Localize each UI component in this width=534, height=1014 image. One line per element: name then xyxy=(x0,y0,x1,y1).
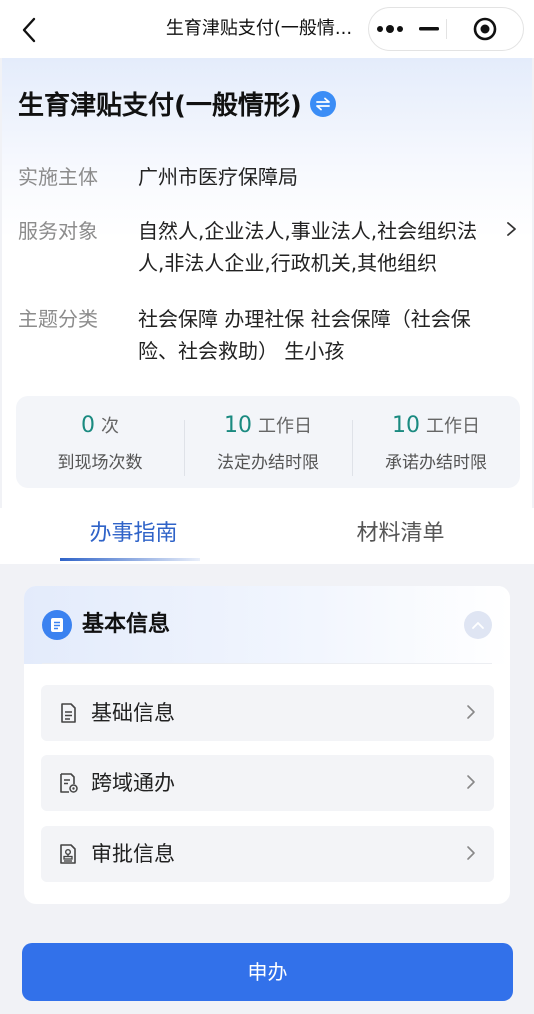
document-icon xyxy=(61,703,76,723)
nav-bar: 生育津贴支付(一般情... xyxy=(0,0,534,58)
stat-value: 10 xyxy=(224,412,252,438)
chevron-up-icon xyxy=(472,621,484,629)
stat-value: 10 xyxy=(392,412,420,438)
document-badge-icon xyxy=(42,610,72,640)
nav-title: 生育津贴支付(一般情... xyxy=(165,18,353,39)
list-item-approval-info[interactable]: 审批信息 xyxy=(41,826,494,882)
info-label: 服务对象 xyxy=(18,219,98,243)
stat-caption: 法定办结时限 xyxy=(217,452,319,473)
stat-promised-deadline: 10 工作日 承诺办结时限 xyxy=(352,412,520,476)
basic-info-card: 基本信息 基础信息 跨域通办 审批信息 xyxy=(24,586,510,904)
list-item-label: 审批信息 xyxy=(91,842,175,866)
stat-onsite-visits: 0次 到现场次数 xyxy=(16,412,184,473)
info-label: 主题分类 xyxy=(18,307,98,331)
list-item-basic-info[interactable]: 基础信息 xyxy=(41,685,494,741)
info-row-authority: 实施主体 广州市医疗保障局 xyxy=(18,161,518,193)
more-dots-icon xyxy=(377,25,404,33)
list-item-cross-region[interactable]: 跨域通办 xyxy=(41,755,494,811)
service-title-text: 生育津贴支付(一般情形) xyxy=(18,91,302,121)
chevron-right-icon xyxy=(467,705,475,719)
info-value: 广州市医疗保障局 xyxy=(138,165,298,189)
stat-unit: 工作日 xyxy=(258,415,312,437)
list-item-label: 跨域通办 xyxy=(91,771,175,795)
list-item-label: 基础信息 xyxy=(91,701,175,725)
chevron-right-icon xyxy=(467,846,475,860)
swap-button[interactable] xyxy=(309,90,336,117)
chevron-right-icon[interactable] xyxy=(506,217,518,249)
stat-caption: 承诺办结时限 xyxy=(385,452,487,473)
mini-program-capsule xyxy=(368,7,524,51)
info-value: 社会保障 办理社保 社会保障（社会保险、社会救助） 生小孩 xyxy=(138,307,471,363)
stat-caption: 到现场次数 xyxy=(57,452,143,473)
tab-bar: 办事指南 材料清单 xyxy=(0,508,534,564)
target-close-icon xyxy=(473,17,497,41)
back-arrow-icon xyxy=(22,17,36,43)
more-button[interactable] xyxy=(369,8,446,50)
stat-value: 0 xyxy=(81,412,95,438)
back-button[interactable] xyxy=(14,15,44,45)
apply-button[interactable]: 申办 xyxy=(22,943,513,1001)
stat-unit: 工作日 xyxy=(426,415,480,437)
stat-legal-deadline: 10 工作日 法定办结时限 xyxy=(184,412,352,476)
close-button[interactable] xyxy=(447,8,524,50)
approval-stamp-icon xyxy=(60,844,76,864)
info-row-audience[interactable]: 服务对象 自然人,企业法人,事业法人,社会组织法人,非法人企业,行政机关,其他组… xyxy=(18,215,518,279)
service-title: 生育津贴支付(一般情形) xyxy=(18,85,336,122)
card-header: 基本信息 xyxy=(24,586,510,664)
service-header: 生育津贴支付(一般情形) 实施主体 广州市医疗保障局 服务对象 自然人,企业法人… xyxy=(2,58,532,508)
chevron-right-icon xyxy=(467,775,475,789)
swap-arrows-icon xyxy=(315,97,330,110)
card-divider xyxy=(42,663,492,664)
collapse-button[interactable] xyxy=(464,611,492,639)
info-row-category: 主题分类 社会保障 办理社保 社会保障（社会保险、社会救助） 生小孩 xyxy=(18,303,518,367)
card-title: 基本信息 xyxy=(82,612,171,637)
info-value: 自然人,企业法人,事业法人,社会组织法人,非法人企业,行政机关,其他组织 xyxy=(138,219,478,275)
info-label: 实施主体 xyxy=(18,165,98,189)
tab-materials[interactable]: 材料清单 xyxy=(267,508,534,564)
document-location-icon xyxy=(60,773,78,793)
stats-panel: 0次 到现场次数 10 工作日 法定办结时限 10 工作日 承诺办结时限 xyxy=(16,396,520,488)
tab-guide[interactable]: 办事指南 xyxy=(0,508,267,564)
minimize-icon xyxy=(419,27,440,31)
stat-unit: 次 xyxy=(101,415,119,437)
